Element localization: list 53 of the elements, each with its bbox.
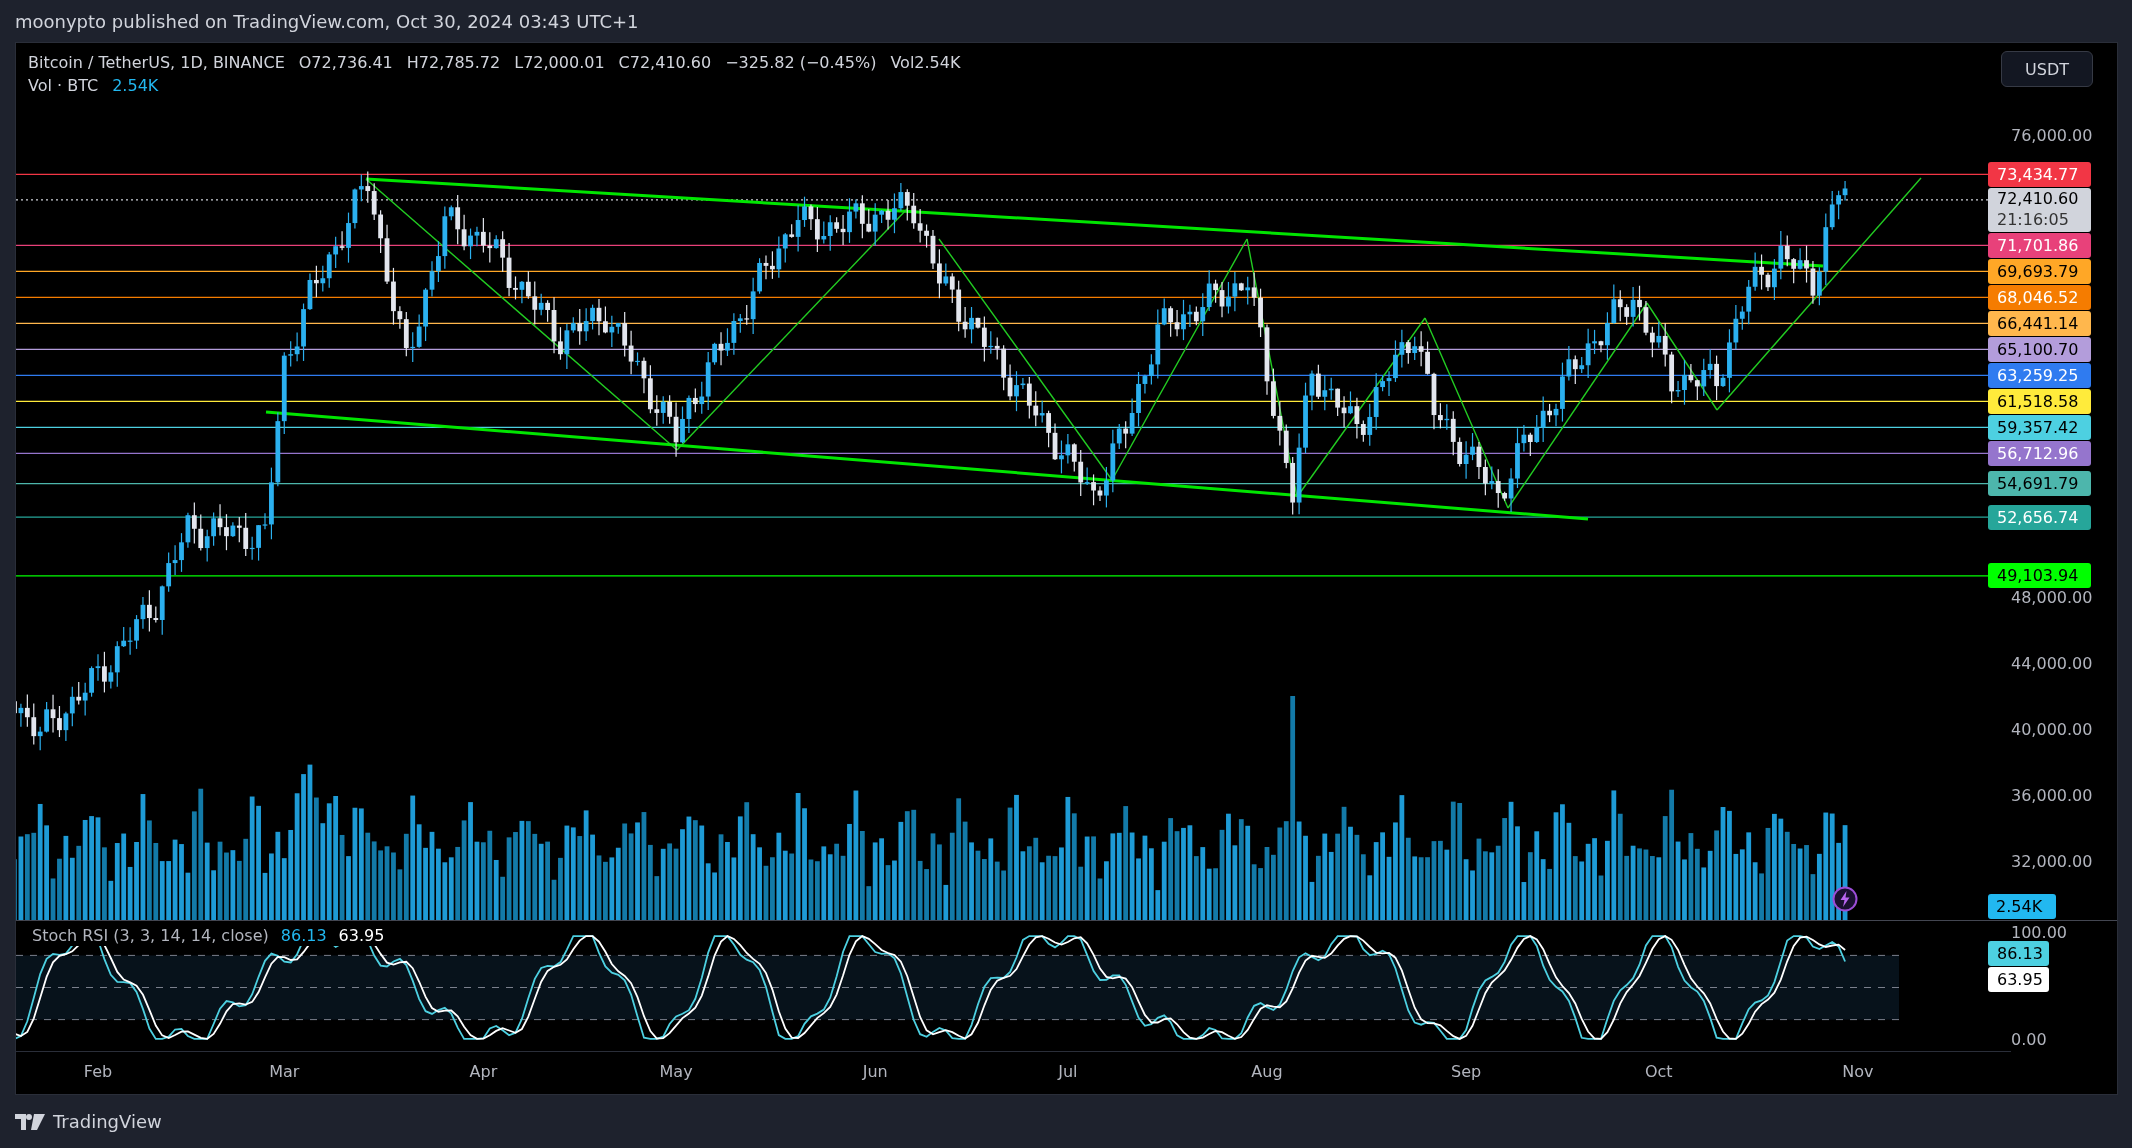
price-level-label: 56,712.96 bbox=[1988, 440, 2091, 466]
change-value: −325.82 (−0.45%) bbox=[725, 53, 877, 72]
close-value: C72,410.60 bbox=[618, 53, 712, 72]
price-level-label: 73,434.77 bbox=[1988, 161, 2091, 187]
low-value: L72,000.01 bbox=[514, 53, 605, 72]
price-level-label: 71,701.86 bbox=[1988, 232, 2091, 258]
price-level-label: 66,441.14 bbox=[1988, 310, 2091, 336]
indicator-title: Stoch RSI (3, 3, 14, 14, close) bbox=[32, 926, 269, 945]
price-tick-label: 76,000.00 bbox=[2011, 126, 2093, 145]
price-level-label: 61,518.58 bbox=[1988, 388, 2091, 414]
month-label: Nov bbox=[1841, 1062, 1875, 1081]
k-value: 86.13 bbox=[280, 926, 327, 945]
price-tick-label: 40,000.00 bbox=[2011, 720, 2093, 739]
price-tick-label: 48,000.00 bbox=[2011, 588, 2093, 607]
lightning-icon[interactable] bbox=[1832, 886, 1858, 912]
volume-reading: 2.54K bbox=[112, 76, 159, 95]
month-label: Apr bbox=[468, 1062, 499, 1081]
month-label: Oct bbox=[1643, 1062, 1674, 1081]
volume-badge: 2.54K bbox=[1988, 894, 2056, 919]
high-value: H72,785.72 bbox=[406, 53, 501, 72]
volume-value: Vol2.54K bbox=[890, 53, 961, 72]
price-tick-label: 36,000.00 bbox=[2011, 786, 2093, 805]
price-level-label: 68,046.52 bbox=[1988, 284, 2091, 310]
price-level-label: 49,103.94 bbox=[1988, 563, 2091, 589]
month-label: Sep bbox=[1450, 1062, 1483, 1081]
price-level-label: 65,100.70 bbox=[1988, 336, 2091, 362]
countdown-timer: 21:16:05 bbox=[1997, 208, 2070, 230]
rsi-tick-label: 0.00 bbox=[2011, 1030, 2047, 1049]
price-level-label: 69,693.79 bbox=[1988, 258, 2091, 284]
symbol-title: Bitcoin / TetherUS, 1D, BINANCE bbox=[28, 53, 285, 72]
price-level-label: 63,259.25 bbox=[1988, 362, 2091, 388]
month-label: Aug bbox=[1250, 1062, 1284, 1081]
open-value: O72,736.41 bbox=[298, 53, 393, 72]
rsi-tick-label: 100.00 bbox=[2011, 923, 2067, 942]
month-label: May bbox=[658, 1062, 694, 1081]
month-label: Jul bbox=[1056, 1062, 1079, 1081]
volume-label: Vol · BTC bbox=[28, 76, 99, 95]
price-tick-label: 32,000.00 bbox=[2011, 852, 2093, 871]
d-value: 63.95 bbox=[338, 926, 385, 945]
publisher-caption: moonypto published on TradingView.com, Oct 30, 2024 03:43 UTC+1 bbox=[14, 10, 640, 34]
month-label: Mar bbox=[268, 1062, 301, 1081]
tradingview-logo-icon bbox=[15, 1113, 45, 1130]
brand-name: TradingView bbox=[53, 1111, 162, 1132]
price-level-label: 59,357.42 bbox=[1988, 414, 2091, 440]
price-tick-label: 44,000.00 bbox=[2011, 654, 2093, 673]
last-price-value: 72,410.60 bbox=[1997, 187, 2080, 209]
month-label: Jun bbox=[861, 1062, 889, 1081]
currency-button[interactable]: USDT bbox=[2001, 51, 2093, 87]
price-level-label: 54,691.79 bbox=[1988, 471, 2091, 497]
d-value-label: 63.95 bbox=[1988, 967, 2049, 993]
price-level-label: 52,656.74 bbox=[1988, 504, 2091, 530]
month-label: Feb bbox=[82, 1062, 114, 1081]
k-value-label: 86.13 bbox=[1988, 941, 2049, 967]
